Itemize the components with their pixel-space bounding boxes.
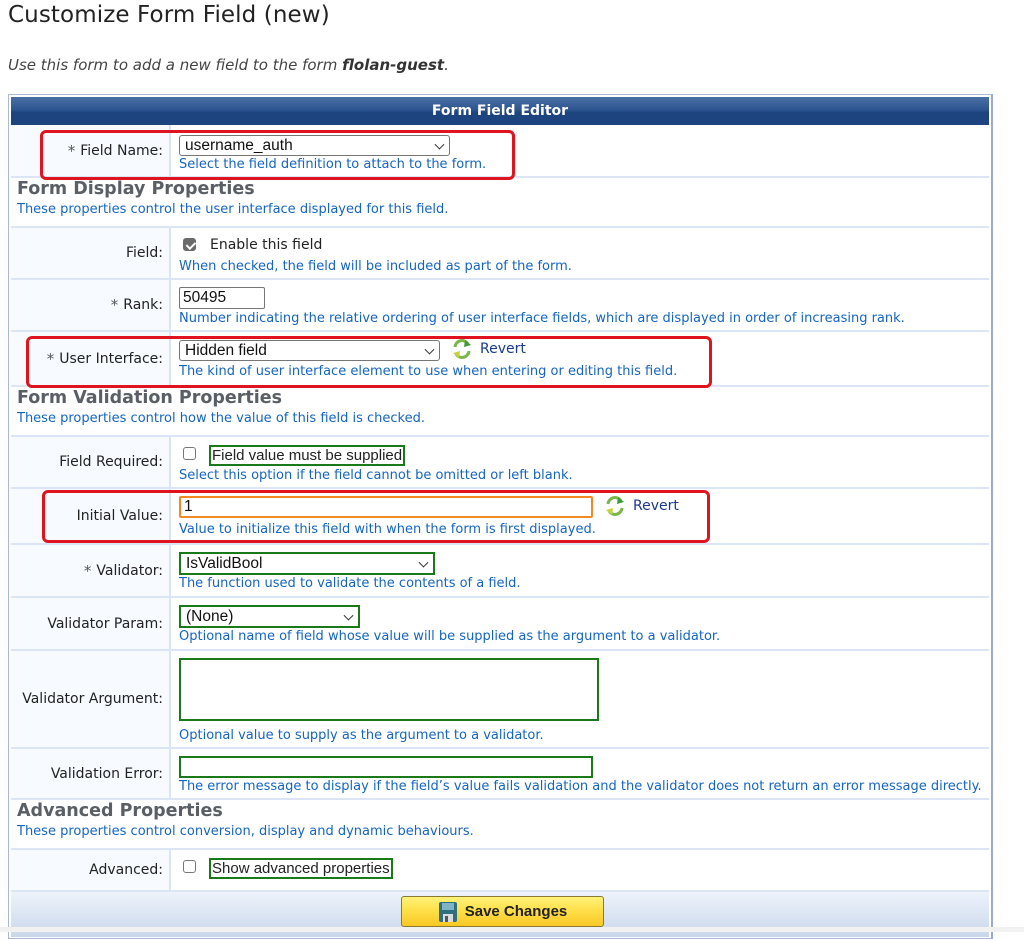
- chevron-down-icon: [343, 610, 354, 621]
- row-field-enable: Field: Enable this field When checked, t…: [11, 228, 989, 280]
- save-label: Save Changes: [464, 903, 568, 920]
- validator-select[interactable]: IsValidBool: [179, 552, 435, 575]
- select-value: username_auth: [185, 136, 293, 154]
- validator-param-label: Validator Param:: [11, 598, 171, 649]
- row-rank: * Rank: 50495 Number indicating the relat…: [11, 280, 989, 332]
- initial-value-label: Initial Value:: [11, 489, 171, 543]
- field-name-hint: Select the field definition to attach to…: [179, 157, 487, 172]
- form-name: flolan-guest: [342, 56, 445, 74]
- chevron-down-icon: [434, 139, 445, 150]
- revert-icon: [606, 496, 624, 516]
- field-required-checkbox[interactable]: [183, 447, 196, 460]
- revert-icon: [453, 339, 471, 359]
- editor-header: Form Field Editor: [11, 97, 989, 125]
- page-bottom-strip: [0, 927, 1024, 932]
- section-validation-properties: Form Validation Properties These propert…: [11, 387, 989, 437]
- user-interface-select[interactable]: Hidden field: [179, 340, 440, 361]
- label-text: User Interface:: [59, 350, 163, 367]
- label-text: Rank:: [123, 297, 163, 313]
- validator-hint: The function used to validate the conten…: [179, 576, 521, 591]
- section-subtitle: These properties control conversion, dis…: [17, 824, 474, 839]
- advanced-label: Advanced:: [11, 850, 171, 890]
- section-title: Form Display Properties: [17, 179, 255, 199]
- section-subtitle: These properties control how the value o…: [17, 411, 426, 426]
- revert-label: Revert: [633, 498, 679, 514]
- initial-value-hint: Value to initialize this field with when…: [179, 522, 596, 537]
- required-star-icon: *: [46, 349, 55, 368]
- validator-param-select[interactable]: (None): [179, 605, 360, 628]
- chevron-down-icon: [418, 557, 429, 568]
- section-advanced-properties: Advanced Properties These properties con…: [11, 800, 989, 850]
- select-value: (None): [186, 607, 234, 625]
- show-advanced-label[interactable]: Show advanced properties: [209, 858, 393, 879]
- section-title: Advanced Properties: [17, 801, 223, 821]
- save-changes-button[interactable]: Save Changes: [401, 896, 604, 927]
- row-user-interface: * User Interface: Hidden field Revert The…: [11, 332, 989, 387]
- validator-argument-label: Validator Argument:: [11, 651, 171, 747]
- initial-value-revert-button[interactable]: Revert: [603, 495, 679, 517]
- row-field-name: * Field Name: username_auth Select the fi…: [11, 125, 989, 178]
- validator-label: * Validator:: [11, 545, 171, 596]
- intro-text: Use this form to add a new field to the …: [8, 56, 343, 74]
- validation-error-label: Validation Error:: [11, 749, 171, 798]
- validator-argument-textarea[interactable]: [179, 658, 599, 721]
- select-value: IsValidBool: [186, 554, 263, 572]
- page-title: Customize Form Field (new): [8, 2, 330, 28]
- validator-argument-hint: Optional value to supply as the argument…: [179, 728, 544, 743]
- label-text: Field Name:: [80, 142, 163, 159]
- row-validation-error: Validation Error: The error message to d…: [11, 749, 989, 800]
- validator-param-hint: Optional name of field whose value will …: [179, 629, 721, 644]
- show-advanced-checkbox[interactable]: [183, 860, 196, 873]
- enable-field-checkbox[interactable]: [183, 238, 196, 251]
- section-title: Form Validation Properties: [17, 388, 283, 408]
- select-value: Hidden field: [185, 341, 267, 359]
- row-initial-value: Initial Value: 1 Revert Value to initial…: [11, 489, 989, 545]
- validation-error-input[interactable]: [179, 756, 593, 778]
- required-star-icon: *: [83, 561, 92, 580]
- field-required-label: Field Required:: [11, 437, 171, 487]
- label-text: Validator:: [96, 562, 163, 579]
- row-validator-argument: Validator Argument: Optional value to su…: [11, 651, 989, 749]
- row-advanced: Advanced: Show advanced properties: [11, 850, 989, 892]
- rank-input[interactable]: 50495: [179, 287, 265, 309]
- validation-error-hint: The error message to display if the fiel…: [179, 779, 982, 794]
- initial-value-input[interactable]: 1: [179, 496, 593, 518]
- field-label: Field:: [11, 228, 171, 278]
- rank-hint: Number indicating the relative ordering …: [179, 311, 905, 326]
- floppy-disk-icon: [438, 901, 457, 922]
- revert-label: Revert: [480, 341, 526, 357]
- page-intro: Use this form to add a new field to the …: [8, 56, 449, 74]
- section-subtitle: These properties control the user interf…: [17, 202, 449, 217]
- form-field-editor: Form Field Editor * Field Name: username_…: [8, 94, 993, 939]
- row-field-required: Field Required: Field value must be supp…: [11, 437, 989, 489]
- field-required-label-text[interactable]: Field value must be supplied: [209, 445, 406, 466]
- field-required-hint: Select this option if the field cannot b…: [179, 468, 573, 483]
- row-validator: * Validator: IsValidBool The function use…: [11, 545, 989, 598]
- user-interface-revert-button[interactable]: Revert: [450, 338, 526, 360]
- field-enable-hint: When checked, the field will be included…: [179, 259, 572, 274]
- user-interface-hint: The kind of user interface element to us…: [179, 364, 678, 379]
- required-star-icon: *: [110, 296, 119, 314]
- enable-field-label[interactable]: Enable this field: [210, 237, 322, 253]
- required-star-icon: *: [67, 141, 76, 160]
- field-name-select[interactable]: username_auth: [179, 135, 450, 156]
- row-validator-param: Validator Param: (None) Optional name of…: [11, 598, 989, 651]
- field-name-label: * Field Name:: [11, 125, 171, 176]
- user-interface-label: * User Interface:: [11, 332, 171, 385]
- rank-label: * Rank:: [11, 280, 171, 330]
- chevron-down-icon: [424, 344, 435, 355]
- intro-suffix: .: [444, 56, 449, 74]
- section-display-properties: Form Display Properties These properties…: [11, 178, 989, 228]
